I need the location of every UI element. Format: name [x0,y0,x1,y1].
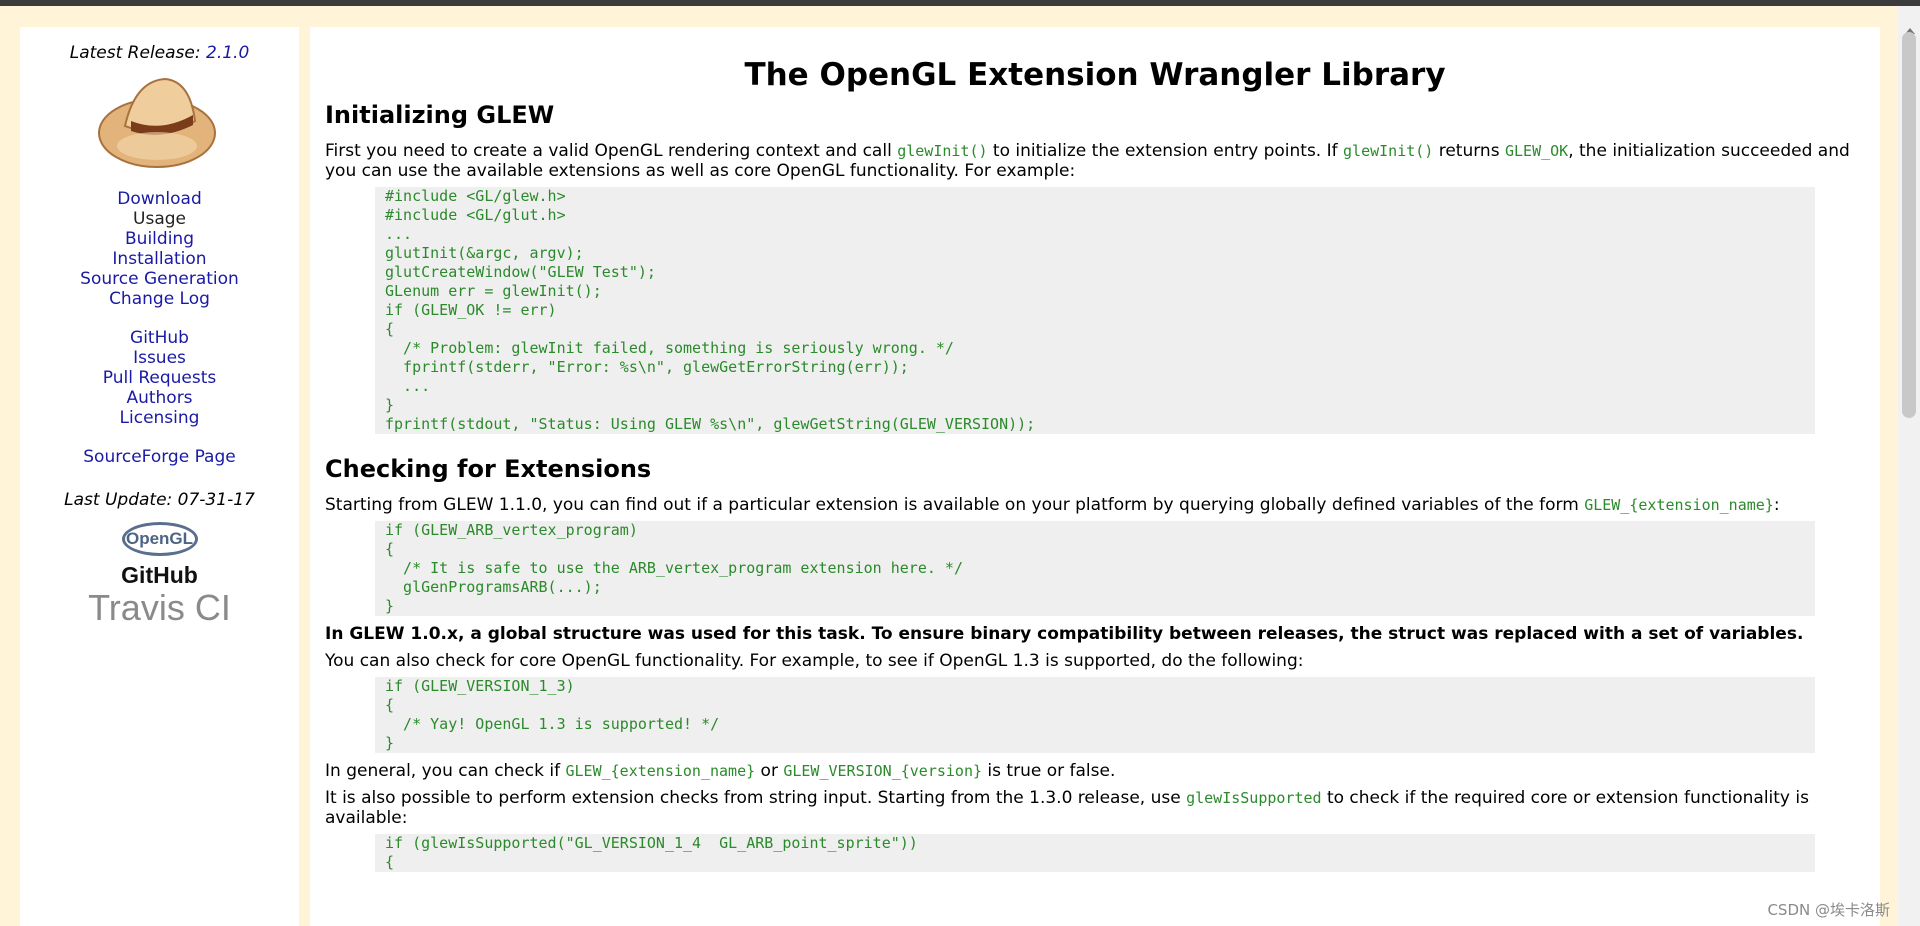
nav-installation[interactable]: Installation [20,249,299,269]
code-line: #include <GL/glew.h> [385,187,566,205]
code-line: fprintf(stdout, "Status: Using GLEW %s\n… [385,415,1036,433]
watermark: CSDN @埃卡洛斯 [1767,901,1890,919]
code-line: if (GLEW_OK != err) [385,301,557,319]
code-line: { [385,540,395,558]
code-line: { [385,696,395,714]
github-logo[interactable]: GitHub [20,562,299,589]
release-version-link[interactable]: 2.1.0 [206,43,249,63]
code-line: ... [385,225,413,243]
nav-github[interactable]: GitHub [20,328,299,348]
code-line: glutInit(&argc, argv); [385,244,584,262]
code-line: /* Problem: glewInit failed, something i… [385,339,954,357]
core-check-text: You can also check for core OpenGL funct… [325,651,1304,671]
last-update: Last Update: 07-31-17 [64,490,255,510]
code-line: /* Yay! OpenGL 1.3 is supported! */ [385,715,720,733]
code-line: fprintf(stderr, "Error: %s\n", glewGetEr… [385,358,909,376]
vertical-scrollbar[interactable] [1898,6,1920,926]
code-line: GLenum err = glewInit(); [385,282,602,300]
travis-ci-logo[interactable]: Travis CI [20,587,299,629]
nav-source-generation[interactable]: Source Generation [20,269,299,289]
scrollbar-thumb[interactable] [1902,32,1916,418]
nav-group-docs: Download Usage Building Installation Sou… [20,189,299,467]
nav-sourceforge-page[interactable]: SourceForge Page [20,447,299,467]
general-check-text: In general, you can check if GLEW_{exten… [325,761,1116,781]
release-label: Latest Release: [69,43,201,63]
code-block-version-check: if (GLEW_VERSION_1_3){ /* Yay! OpenGL 1.… [375,677,1815,753]
badges: OpenGL GitHub Travis CI [20,522,299,629]
opengl-logo[interactable]: OpenGL [121,522,198,556]
nav-issues[interactable]: Issues [20,348,299,368]
code-block-string-check: if (glewIsSupported("GL_VERSION_1_4 GL_A… [375,834,1815,872]
compatibility-note: In GLEW 1.0.x, a global structure was us… [325,624,1804,644]
nav-building[interactable]: Building [20,229,299,249]
browser-top-bar [0,0,1920,6]
section-heading-initializing: Initializing GLEW [325,101,555,129]
code-line: if (GLEW_VERSION_1_3) [385,677,575,695]
code-block-init: #include <GL/glew.h> #include <GL/glut.h>… [375,187,1815,434]
code-line: { [385,320,395,338]
code-line: } [385,734,395,752]
code-block-extension-check: if (GLEW_ARB_vertex_program){ /* It is s… [375,521,1815,616]
nav-change-log[interactable]: Change Log [20,289,299,309]
latest-release: Latest Release: 2.1.0 [20,43,299,63]
code-line: /* It is safe to use the ARB_vertex_prog… [385,559,963,577]
code-line: { [385,853,395,871]
section1-intro: First you need to create a valid OpenGL … [325,141,1850,181]
section-heading-checking: Checking for Extensions [325,455,652,483]
code-line: } [385,597,395,615]
nav-download[interactable]: Download [20,189,299,209]
glew-cowboy-hat-logo [97,77,216,168]
nav-licensing[interactable]: Licensing [20,408,299,428]
string-check-text: It is also possible to perform extension… [325,788,1809,828]
code-line: #include <GL/glut.h> [385,206,566,224]
nav-authors[interactable]: Authors [20,388,299,408]
code-line: glutCreateWindow("GLEW Test"); [385,263,656,281]
code-line: glGenProgramsARB(...); [385,578,602,596]
code-line: if (GLEW_ARB_vertex_program) [385,521,638,539]
main-content: The OpenGL Extension Wrangler Library In… [310,27,1880,926]
section2-intro: Starting from GLEW 1.1.0, you can find o… [325,495,1780,515]
nav-usage: Usage [133,209,186,229]
code-line: ... [385,377,431,395]
code-line: } [385,396,395,414]
page-title: The OpenGL Extension Wrangler Library [744,57,1446,93]
code-line: if (glewIsSupported("GL_VERSION_1_4 GL_A… [385,834,918,852]
sidebar: Latest Release: 2.1.0 Download Usage Bui… [20,27,299,926]
nav-pull-requests[interactable]: Pull Requests [20,368,299,388]
